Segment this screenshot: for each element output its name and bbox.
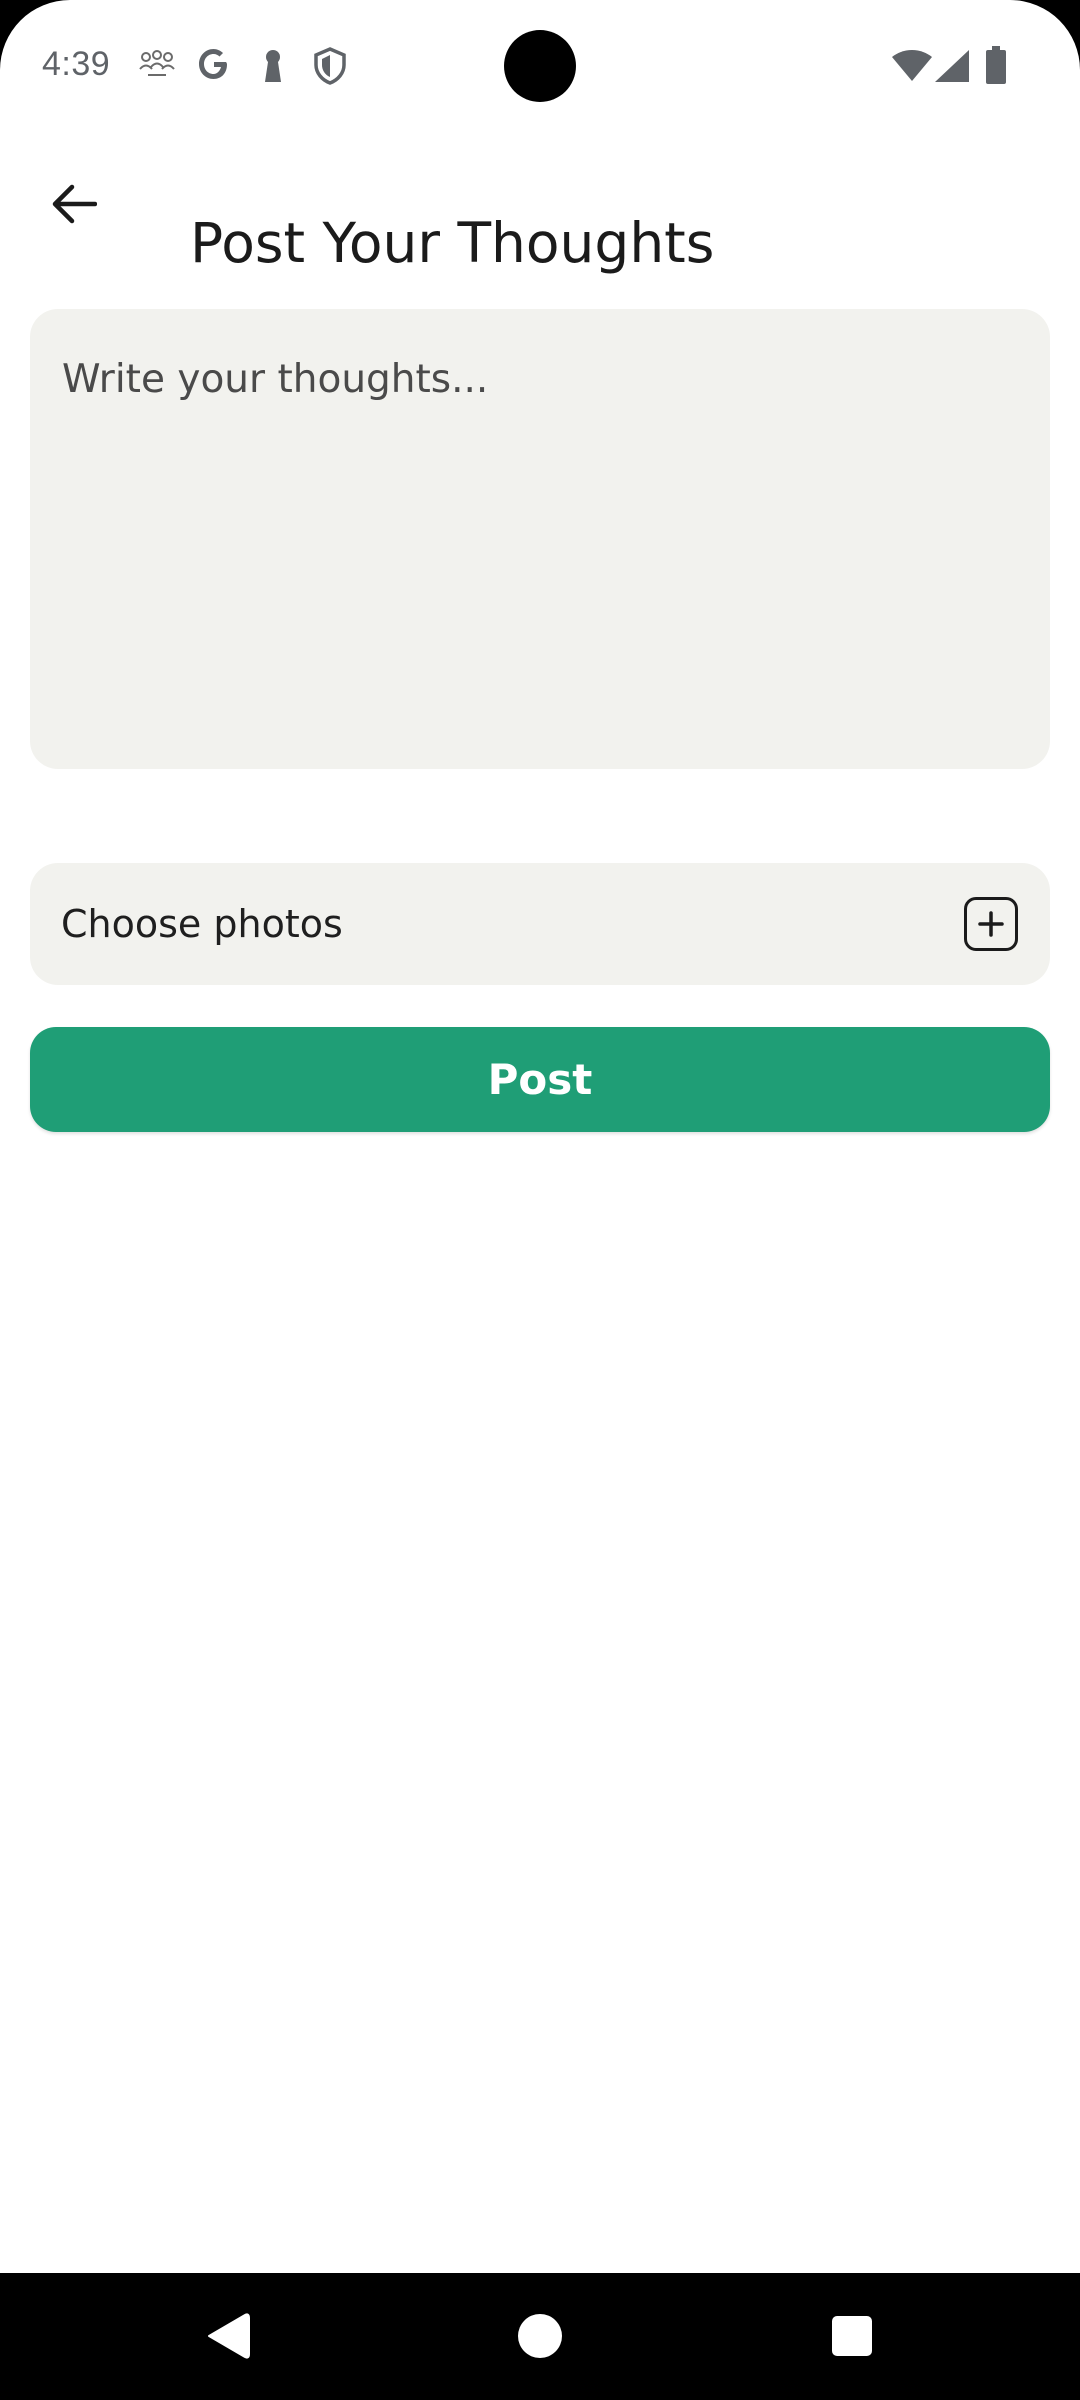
status-time: 4:39	[42, 45, 111, 83]
thoughts-input[interactable]: Write your thoughts...	[30, 309, 1050, 769]
post-button-label: Post	[487, 1055, 593, 1104]
post-button[interactable]: Post	[30, 1027, 1050, 1132]
nav-recents-button[interactable]	[807, 2293, 897, 2383]
nav-back-button[interactable]	[183, 2293, 273, 2383]
thoughts-placeholder: Write your thoughts...	[62, 357, 489, 402]
page-title: Post Your Thoughts	[190, 210, 715, 275]
battery-icon	[986, 46, 1006, 88]
app-screen: 4:39 Post Your Thoughts Write your thoug…	[0, 0, 1080, 2273]
choose-photos-label: Choose photos	[61, 902, 343, 946]
home-circle-icon	[516, 2312, 564, 2364]
arrow-left-icon	[51, 184, 98, 228]
front-camera	[504, 30, 576, 102]
keyhole-icon	[260, 48, 286, 88]
back-triangle-icon	[205, 2311, 251, 2365]
back-button[interactable]	[36, 168, 112, 244]
wifi-icon	[892, 50, 932, 86]
nav-home-button[interactable]	[495, 2293, 585, 2383]
recents-square-icon	[830, 2314, 874, 2362]
cell-signal-icon	[935, 50, 969, 86]
shield-icon	[313, 47, 347, 89]
google-icon	[196, 46, 232, 86]
plus-square-icon[interactable]	[964, 897, 1018, 951]
choose-photos-button[interactable]: Choose photos	[30, 863, 1050, 985]
community-icon	[138, 50, 176, 84]
system-nav-bar	[0, 2273, 1080, 2400]
status-bar: 4:39	[0, 0, 1080, 130]
